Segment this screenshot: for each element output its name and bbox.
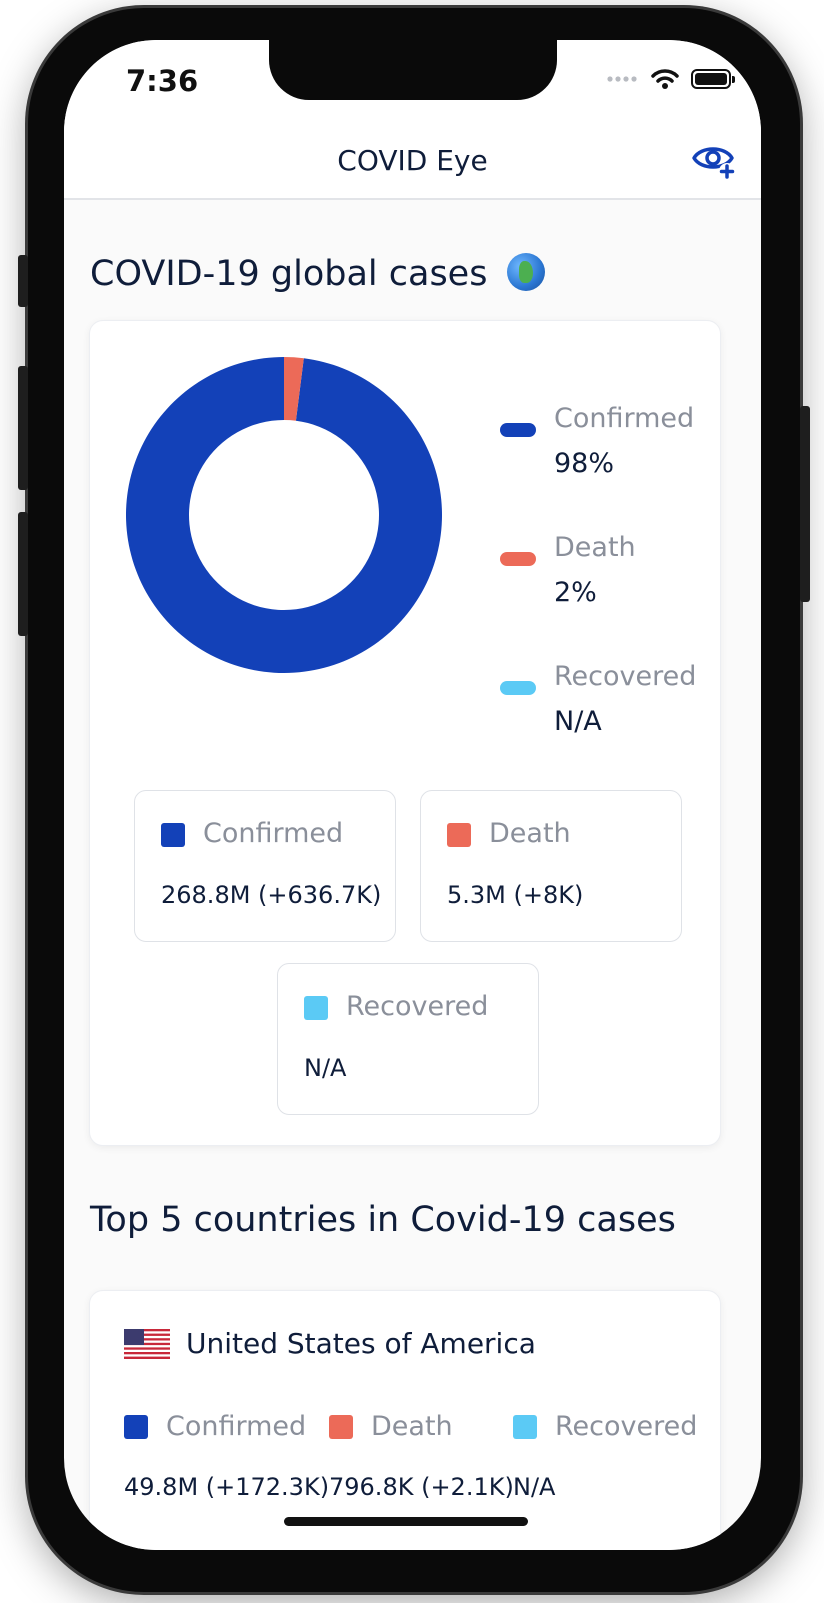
country-label-death: Death — [371, 1411, 453, 1442]
country-value-recovered: N/A — [513, 1473, 556, 1501]
country-swatch-death — [329, 1415, 353, 1439]
home-indicator — [284, 1517, 528, 1526]
us-flag-icon — [124, 1329, 170, 1359]
legend-label-recovered: Recovered — [554, 661, 697, 692]
nav-bar: COVID Eye — [64, 140, 761, 200]
stat-box-recovered: Recovered N/A — [277, 963, 539, 1115]
legend-swatch-death — [500, 552, 536, 566]
volume-down-button — [18, 512, 28, 636]
stat-value-confirmed: 268.8M (+636.7K) — [161, 881, 382, 909]
stat-box-confirmed: Confirmed 268.8M (+636.7K) — [134, 790, 396, 942]
stat-value-recovered: N/A — [304, 1054, 347, 1082]
legend-swatch-confirmed — [500, 423, 536, 437]
global-cases-card: Confirmed 98% Death 2% Recovered N/A Con… — [89, 320, 721, 1146]
legend-label-death: Death — [554, 532, 636, 563]
power-button — [800, 406, 810, 602]
stat-label-recovered: Recovered — [346, 991, 489, 1022]
wifi-icon — [651, 69, 679, 89]
top-countries-title: Top 5 countries in Covid-19 cases — [90, 1200, 676, 1240]
volume-up-button — [18, 366, 28, 490]
country-swatch-confirmed — [124, 1415, 148, 1439]
signal-dots-icon — [607, 76, 637, 82]
legend-value-recovered: N/A — [554, 706, 602, 737]
legend-value-confirmed: 98% — [554, 448, 615, 479]
stat-value-death: 5.3M (+8K) — [447, 881, 584, 909]
country-name: United States of America — [186, 1327, 536, 1360]
stat-label-confirmed: Confirmed — [203, 818, 344, 849]
stat-swatch-death — [447, 823, 471, 847]
legend-swatch-recovered — [500, 681, 536, 695]
stat-swatch-recovered — [304, 996, 328, 1020]
donut-chart — [126, 357, 442, 673]
country-swatch-recovered — [513, 1415, 537, 1439]
mute-switch — [18, 255, 28, 307]
stat-swatch-confirmed — [161, 823, 185, 847]
country-label-recovered: Recovered — [555, 1411, 698, 1442]
globe-icon — [507, 253, 546, 291]
country-value-death: 796.8K (+2.1K) — [329, 1473, 514, 1501]
stat-box-death: Death 5.3M (+8K) — [420, 790, 682, 942]
country-card[interactable]: United States of America Confirmed 49.8M… — [89, 1290, 721, 1550]
app-screen: 7:36 COVID Eye COVID-19 global cases Con… — [64, 40, 761, 1550]
notch — [269, 40, 557, 100]
legend-label-confirmed: Confirmed — [554, 403, 695, 434]
status-time: 7:36 — [126, 64, 199, 98]
status-icons — [607, 68, 735, 90]
nav-title: COVID Eye — [337, 144, 488, 177]
battery-icon — [691, 69, 735, 89]
country-value-confirmed: 49.8M (+172.3K) — [124, 1473, 330, 1501]
country-label-confirmed: Confirmed — [166, 1411, 307, 1442]
eye-plus-icon[interactable] — [691, 140, 735, 180]
legend-value-death: 2% — [554, 577, 597, 608]
stat-label-death: Death — [489, 818, 571, 849]
global-section-title: COVID-19 global cases — [90, 253, 546, 294]
global-title-text: COVID-19 global cases — [90, 254, 488, 294]
